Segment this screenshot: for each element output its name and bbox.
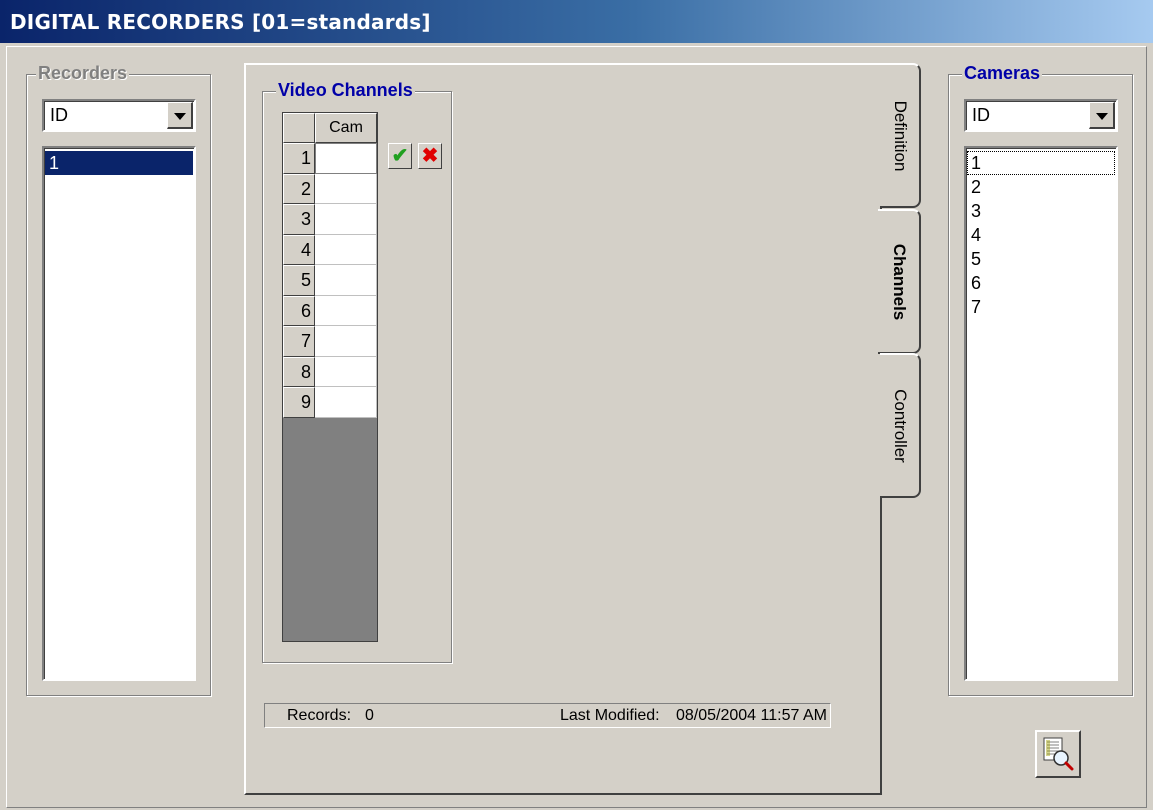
video-channels-grid[interactable]: Cam 123456789 <box>282 112 378 642</box>
cameras-list[interactable]: 1234567 <box>964 146 1118 681</box>
grid-row-header[interactable]: 7 <box>283 326 315 357</box>
cam-cell[interactable] <box>315 356 377 387</box>
confirm-button[interactable]: ✔ <box>388 143 412 169</box>
grid-row-header[interactable]: 4 <box>283 234 315 265</box>
cancel-button[interactable]: ✖ <box>418 143 442 169</box>
title-bar: DIGITAL RECORDERS [01=standards] <box>0 0 1153 43</box>
records-count: 0 <box>365 707 374 724</box>
grid-row-header[interactable]: 9 <box>283 387 315 418</box>
camera-list-item[interactable]: 1 <box>967 151 1115 175</box>
grid-row-header[interactable]: 1 <box>283 143 315 174</box>
recorders-sort-value: ID <box>50 105 68 125</box>
grid-row-header[interactable]: 3 <box>283 204 315 235</box>
video-channels-label: Video Channels <box>276 80 415 100</box>
tab-controller-label: Controller <box>890 388 910 463</box>
cameras-sort-select[interactable]: ID <box>964 99 1118 132</box>
status-bar: Records: 0 Last Modified: 08/05/2004 11:… <box>264 703 831 728</box>
cam-column-header[interactable]: Cam <box>315 113 377 143</box>
grid-row-header[interactable]: 8 <box>283 356 315 387</box>
grid-row-header[interactable]: 2 <box>283 173 315 204</box>
last-modified-label: Last Modified: <box>560 707 660 724</box>
cameras-sort-value: ID <box>972 105 990 125</box>
recorders-label: Recorders <box>36 63 130 83</box>
camera-list-item[interactable]: 4 <box>967 223 1115 247</box>
cameras-label: Cameras <box>962 63 1043 83</box>
cam-cell[interactable] <box>315 387 377 418</box>
grid-row-header[interactable]: 6 <box>283 295 315 326</box>
cam-cell[interactable] <box>315 143 377 174</box>
camera-list-item[interactable]: 5 <box>967 247 1115 271</box>
camera-list-item[interactable]: 2 <box>967 175 1115 199</box>
tab-definition[interactable]: Definition <box>880 63 921 208</box>
cam-cell[interactable] <box>315 265 377 296</box>
report-preview-icon <box>1043 737 1074 771</box>
grid-row-header[interactable]: 5 <box>283 265 315 296</box>
recorders-sort-select[interactable]: ID <box>42 99 196 132</box>
tab-controller[interactable]: Controller <box>880 353 921 498</box>
grid-corner-header <box>283 113 315 143</box>
close-icon: ✖ <box>421 145 439 167</box>
cam-cell[interactable] <box>315 295 377 326</box>
recorder-list-item[interactable]: 1 <box>45 151 193 175</box>
tab-definition-label: Definition <box>890 100 910 171</box>
camera-list-item[interactable]: 3 <box>967 199 1115 223</box>
camera-list-item[interactable]: 6 <box>967 271 1115 295</box>
report-preview-button[interactable] <box>1035 730 1081 778</box>
cam-cell[interactable] <box>315 234 377 265</box>
recorders-list[interactable]: 1 <box>42 146 196 681</box>
camera-list-item[interactable]: 7 <box>967 295 1115 319</box>
tab-channels[interactable]: Channels <box>878 209 921 354</box>
chevron-down-icon[interactable] <box>1089 102 1115 129</box>
records-label: Records: <box>287 707 352 724</box>
checkmark-icon: ✔ <box>391 145 409 167</box>
cam-cell[interactable] <box>315 204 377 235</box>
cam-cell[interactable] <box>315 326 377 357</box>
last-modified-value: 08/05/2004 11:57 AM <box>676 707 827 724</box>
cam-cell[interactable] <box>315 173 377 204</box>
chevron-down-icon[interactable] <box>167 102 193 129</box>
window-title: DIGITAL RECORDERS [01=standards] <box>10 10 431 34</box>
tab-channels-label: Channels <box>889 243 909 320</box>
